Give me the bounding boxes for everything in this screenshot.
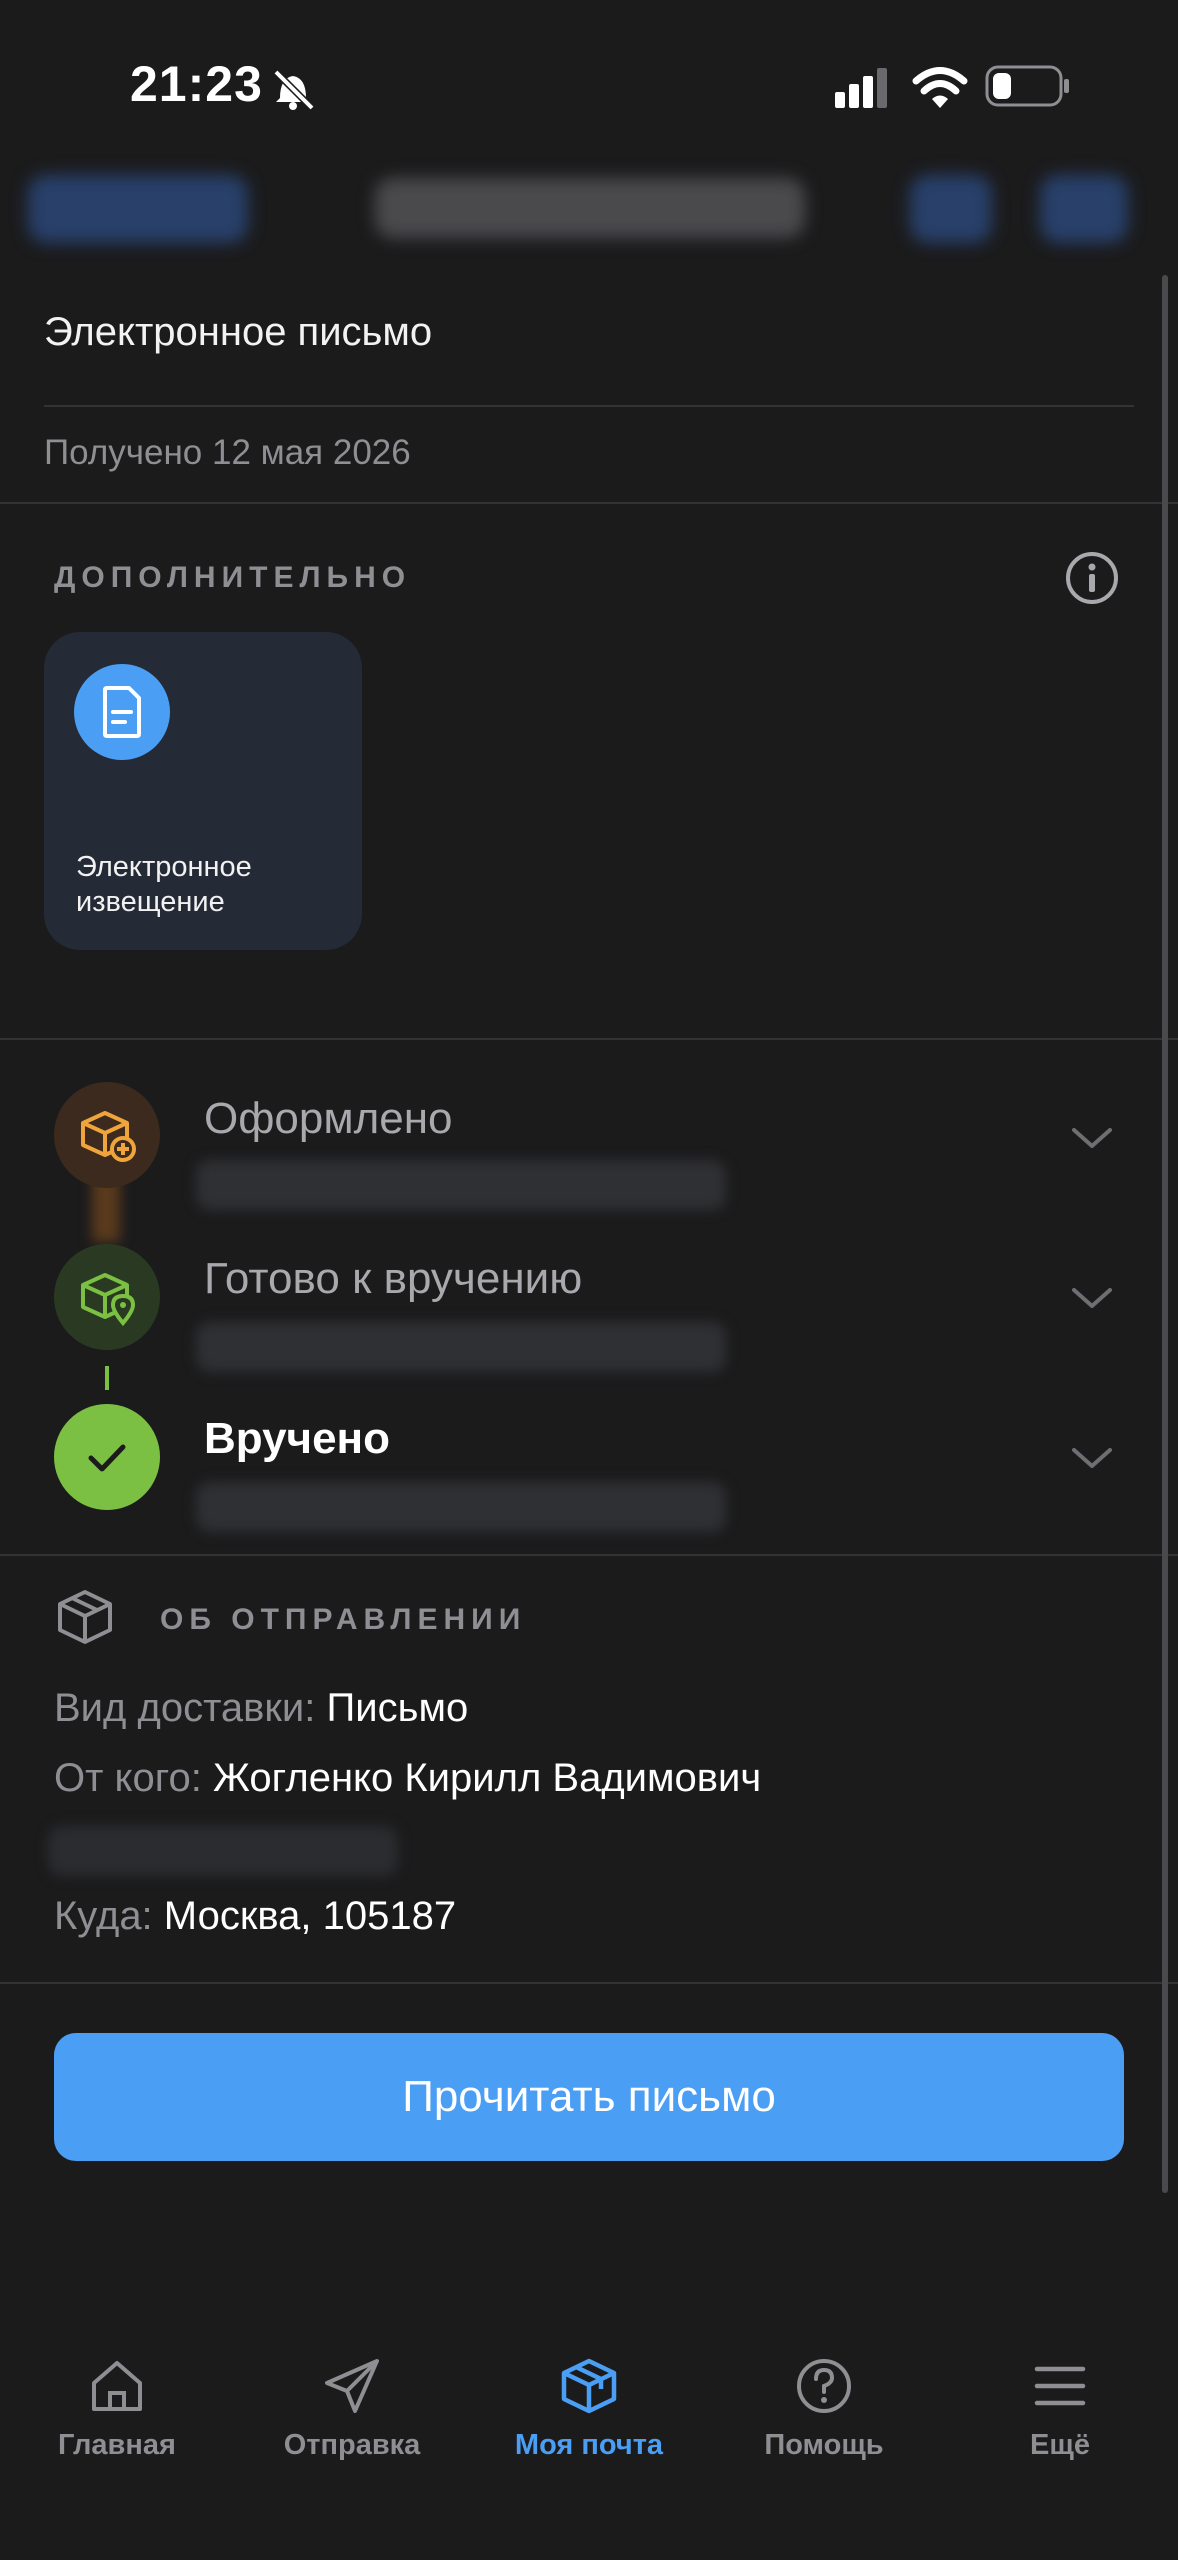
sender-value: Жогленко Кирилл Вадимович [212, 1756, 762, 1800]
delivery-type-value: Письмо [326, 1686, 469, 1730]
package-icon [58, 1590, 112, 1644]
sender-row: От кого: Жогленко Кирилл Вадимович [54, 1756, 761, 1801]
sender-detail-blurred [48, 1826, 398, 1876]
electronic-notice-card[interactable]: Электронное извещение [44, 632, 362, 950]
timeline-connector [105, 1366, 109, 1390]
document-icon [74, 664, 170, 760]
destination-label: Куда: [54, 1894, 153, 1938]
read-letter-button[interactable]: Прочитать письмо [54, 2033, 1124, 2161]
tab-my-mail-label: Моя почта [514, 2429, 664, 2461]
timeline-label-created: Оформлено [204, 1094, 453, 1143]
status-time: 21:23 [130, 56, 263, 112]
sender-label: От кого: [54, 1756, 202, 1800]
tab-help[interactable]: Помощь [724, 2355, 924, 2462]
tab-send-label: Отправка [283, 2429, 421, 2461]
send-icon [325, 2359, 379, 2413]
wifi-icon [912, 67, 968, 108]
letter-title: Электронное письмо [44, 310, 433, 354]
chevron-down-icon[interactable] [1070, 1124, 1114, 1152]
home-icon [92, 2361, 142, 2411]
header-title [375, 178, 805, 238]
destination-row: Куда: Москва, 105187 [54, 1894, 456, 1939]
box-plus-icon [54, 1082, 160, 1188]
tab-home[interactable]: Главная [17, 2355, 217, 2462]
electronic-notice-label: Электронное извещение [76, 851, 252, 918]
timeline-label-ready: Готово к вручению [204, 1254, 583, 1303]
tab-more-label: Ещё [1030, 2429, 1090, 2461]
box-pin-icon [54, 1244, 160, 1350]
battery-icon [985, 65, 1069, 107]
info-icon[interactable] [1064, 550, 1120, 606]
header-action-button-2[interactable] [1040, 175, 1128, 243]
check-icon [54, 1404, 160, 1510]
timeline-date-created [196, 1160, 726, 1210]
extra-section-heading: ДОПОЛНИТЕЛЬНО [54, 561, 412, 594]
bell-muted-icon [273, 69, 315, 110]
shipment-section-heading: ОБ ОТПРАВЛЕНИИ [160, 1603, 527, 1636]
header-action-button[interactable] [910, 175, 992, 243]
delivery-type-label: Вид доставки: [54, 1686, 316, 1730]
tab-help-label: Помощь [764, 2429, 884, 2461]
box-icon [561, 2358, 617, 2414]
scrollbar[interactable] [1162, 275, 1168, 2193]
chevron-down-icon[interactable] [1070, 1444, 1114, 1472]
timeline-date-delivered [196, 1482, 726, 1532]
tab-send[interactable]: Отправка [252, 2355, 452, 2462]
tab-my-mail[interactable]: Моя почта [489, 2355, 689, 2462]
tab-home-label: Главная [58, 2429, 176, 2461]
back-button[interactable] [28, 175, 248, 243]
timeline-date-ready [196, 1322, 726, 1372]
received-date: Получено 12 мая 2026 [44, 433, 411, 472]
cellular-signal-icon [835, 68, 887, 108]
chevron-down-icon[interactable] [1070, 1284, 1114, 1312]
help-icon [797, 2359, 851, 2413]
delivery-type-row: Вид доставки: Письмо [54, 1686, 468, 1731]
tab-more[interactable]: Ещё [960, 2355, 1160, 2462]
destination-value: Москва, 105187 [163, 1894, 457, 1938]
timeline-label-delivered: Вручено [204, 1414, 391, 1463]
menu-icon [1034, 2366, 1086, 2406]
